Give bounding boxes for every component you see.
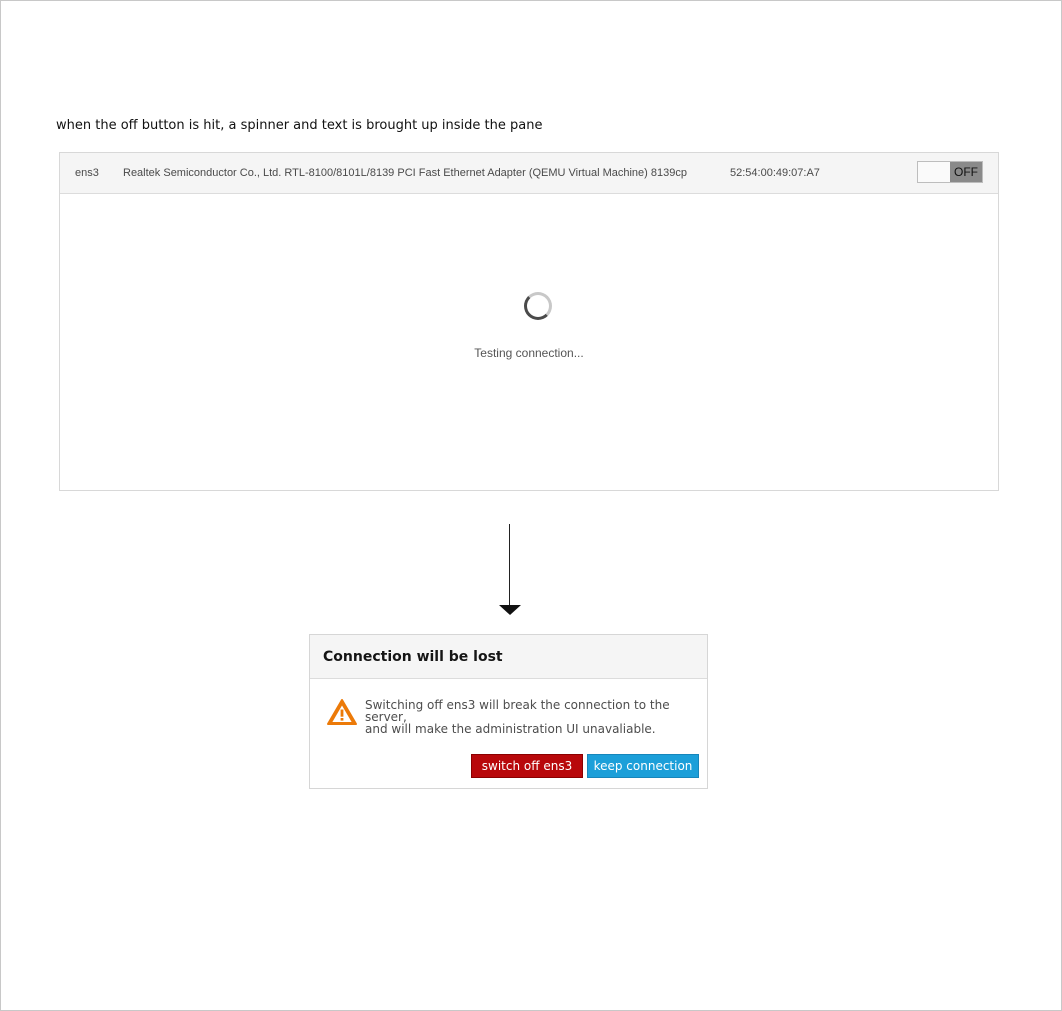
mockup-canvas: when the off button is hit, a spinner an… — [0, 0, 1062, 1011]
interface-mac-address: 52:54:00:49:07:A7 — [730, 167, 820, 179]
annotation-text: when the off button is hit, a spinner an… — [56, 118, 543, 133]
keep-connection-button[interactable]: keep connection — [587, 754, 699, 778]
dialog-title: Connection will be lost — [323, 649, 503, 665]
warning-triangle-icon — [327, 699, 357, 725]
interface-row[interactable]: ens3 Realtek Semiconductor Co., Ltd. RTL… — [60, 153, 998, 194]
toggle-off-label: OFF — [950, 162, 982, 182]
interface-pane: ens3 Realtek Semiconductor Co., Ltd. RTL… — [59, 152, 999, 491]
dialog-message-line1: Switching off ens3 will break the connec… — [365, 698, 670, 724]
connection-lost-dialog: Connection will be lost Switching off en… — [309, 634, 708, 789]
arrow-head-icon — [499, 605, 521, 615]
dialog-message: Switching off ens3 will break the connec… — [365, 699, 705, 735]
interface-name: ens3 — [75, 167, 99, 179]
interface-onoff-toggle[interactable]: OFF — [917, 161, 983, 183]
testing-connection-text: Testing connection... — [474, 346, 584, 360]
spinner-icon — [524, 292, 552, 320]
switch-off-button[interactable]: switch off ens3 — [471, 754, 583, 778]
arrow-down-icon — [509, 524, 510, 606]
dialog-message-line2: and will make the administration UI unav… — [365, 722, 656, 736]
dialog-header: Connection will be lost — [310, 635, 707, 679]
interface-description: Realtek Semiconductor Co., Ltd. RTL-8100… — [123, 167, 687, 179]
